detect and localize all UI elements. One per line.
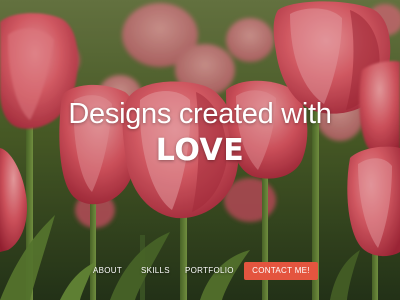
nav-link-portfolio[interactable]: PORTFOLIO: [185, 262, 234, 280]
nav-link-skills[interactable]: SKILLS: [141, 262, 170, 280]
hero-section: Designs created with LOVE ABOUT SKILLS P…: [0, 0, 400, 300]
headline-line-1: Designs created with: [68, 98, 332, 130]
contact-me-button[interactable]: CONTACT ME!: [244, 262, 318, 280]
headline-line-2: LOVE: [155, 133, 245, 168]
hero-headline: Designs created with LOVE: [0, 96, 400, 168]
nav-link-about[interactable]: ABOUT: [93, 262, 122, 280]
bottom-nav: ABOUT SKILLS PORTFOLIO CONTACT ME!: [0, 262, 400, 280]
